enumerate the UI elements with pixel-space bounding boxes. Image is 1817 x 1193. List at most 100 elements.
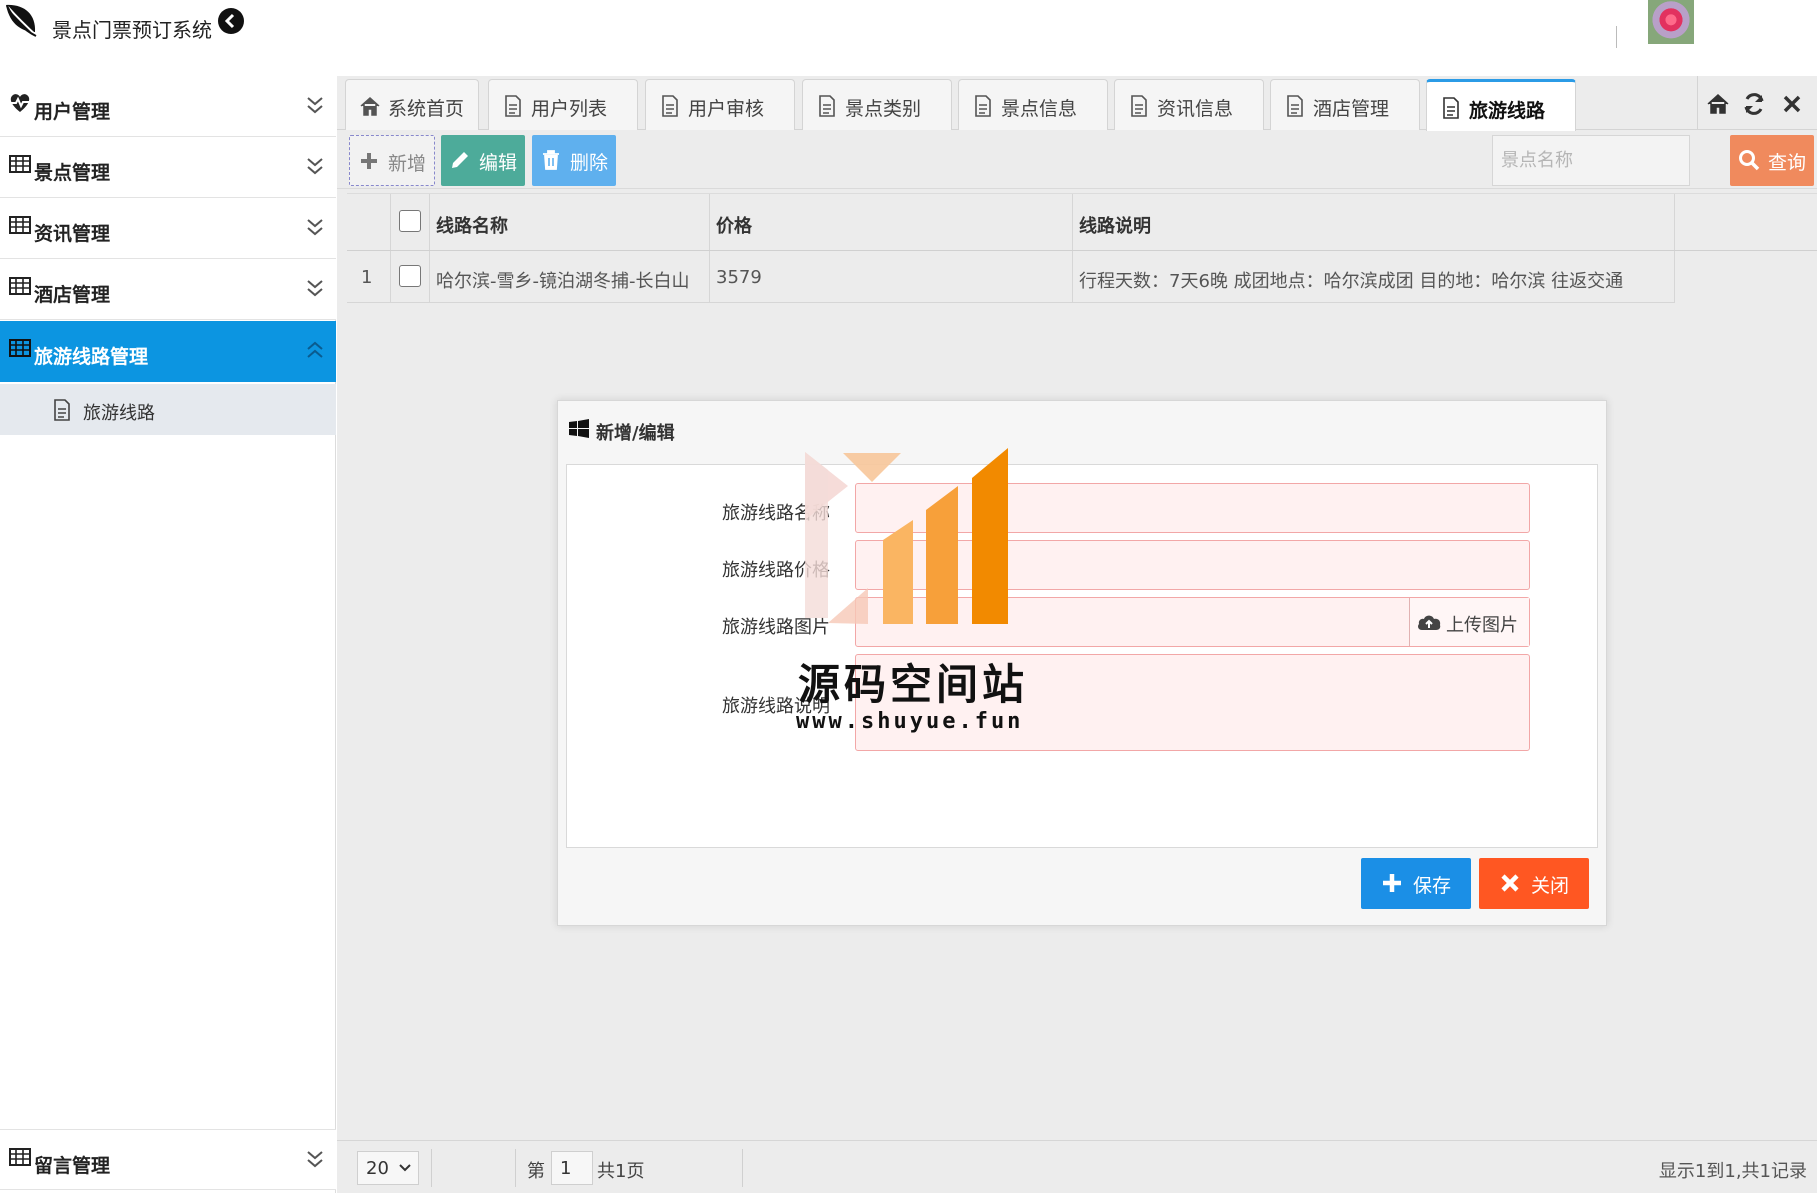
pager-divider (431, 1149, 432, 1187)
sidebar-group-route[interactable]: 旅游线路管理 (0, 321, 336, 382)
table-row[interactable]: 1 哈尔滨-雪乡-镜泊湖冬捕-长白山 3579 行程天数：7天6晚 成团地点：哈… (347, 251, 1675, 303)
windows-icon (569, 419, 589, 438)
pager-divider (742, 1149, 743, 1187)
document-icon (1443, 97, 1459, 119)
collapse-sidebar-icon[interactable] (218, 8, 244, 34)
sidebar-group-news[interactable]: 资讯管理 (0, 198, 336, 259)
route-desc: 行程天数：7天6晚 成团地点：哈尔滨成团 目的地：哈尔滨 往返交通 (1079, 271, 1624, 292)
chevron-down-icon (399, 1164, 411, 1172)
document-icon (1131, 95, 1147, 117)
tab-user-list[interactable]: 用户列表 (488, 79, 638, 130)
sidebar-group-scenic[interactable]: 景点管理 (0, 137, 336, 198)
close-icon (1501, 874, 1519, 892)
table-icon (9, 277, 31, 295)
tab-tools (1697, 76, 1817, 130)
tab-route[interactable]: 旅游线路 (1426, 79, 1576, 131)
row-checkbox-cell (391, 251, 430, 302)
pager-divider (515, 1149, 516, 1187)
watermark-url: www.shuyue.fun (796, 709, 1024, 734)
save-button-label: 保存 (1413, 875, 1452, 897)
user-avatar[interactable] (1648, 0, 1694, 44)
tab-home[interactable]: 系统首页 (345, 79, 479, 130)
search-icon (1739, 150, 1760, 171)
header-index-cell (347, 194, 391, 250)
query-button-label: 查询 (1768, 152, 1807, 174)
heart-pulse-icon (10, 94, 30, 112)
watermark-shape (843, 453, 901, 482)
save-button[interactable]: 保存 (1361, 858, 1471, 909)
tab-bar: 系统首页 用户列表 用户审核 景点类别 景点信息 资讯信息 酒店管理 旅游线路 (337, 76, 1817, 131)
header-cell[interactable]: 价格 (710, 194, 1073, 250)
page-size-value: 20 (366, 1158, 389, 1179)
watermark-bar (883, 520, 913, 624)
route-price: 3579 (716, 267, 762, 288)
trash-icon (543, 150, 559, 170)
close-button[interactable]: 关闭 (1479, 858, 1589, 909)
tab-label: 旅游线路 (1469, 100, 1546, 122)
upload-image-button[interactable]: 上传图片 (1409, 598, 1529, 646)
header-cell[interactable]: 线路说明 (1073, 194, 1675, 250)
document-icon (54, 399, 70, 421)
query-button[interactable]: 查询 (1730, 135, 1814, 186)
watermark-shape (828, 588, 868, 624)
table-icon (9, 216, 31, 234)
sidebar-group-label: 旅游线路管理 (34, 346, 149, 368)
tab-news-info[interactable]: 资讯信息 (1114, 79, 1264, 130)
refresh-icon[interactable] (1742, 92, 1766, 116)
sidebar-group-user[interactable]: 用户管理 (0, 76, 336, 137)
delete-button[interactable]: 删除 (532, 135, 616, 186)
double-chevron-down-icon (307, 280, 323, 297)
edit-button-label: 编辑 (479, 152, 518, 174)
column-header: 价格 (716, 216, 752, 237)
search-input[interactable] (1492, 135, 1690, 186)
header-checkbox-cell (391, 194, 430, 250)
page-size-select[interactable]: 20 (357, 1151, 419, 1185)
watermark-bar (972, 448, 1008, 624)
plus-icon (361, 153, 377, 169)
sidebar-group-hotel[interactable]: 酒店管理 (0, 259, 336, 320)
table-icon (9, 1148, 31, 1166)
edit-dialog: 新增/编辑 旅游线路名称 旅游线路价格 旅游线路图片 上传图片 旅游线路说明 保… (557, 400, 1607, 926)
add-button[interactable]: 新增 (349, 135, 435, 186)
row-index-cell: 1 (347, 251, 391, 302)
select-all-checkbox[interactable] (399, 210, 421, 232)
route-name: 哈尔滨-雪乡-镜泊湖冬捕-长白山 (436, 271, 690, 292)
plus-icon (1383, 874, 1401, 892)
page-number-value: 1 (560, 1158, 572, 1179)
tab-hotel[interactable]: 酒店管理 (1270, 79, 1420, 130)
close-button-label: 关闭 (1531, 875, 1570, 897)
table-icon (9, 155, 31, 173)
sidebar-group-message[interactable]: 留言管理 (0, 1129, 336, 1190)
upload-image-label: 上传图片 (1446, 615, 1518, 636)
document-icon (662, 95, 678, 117)
dialog-title: 新增/编辑 (596, 423, 675, 444)
edit-button[interactable]: 编辑 (441, 135, 525, 186)
grid-header: 线路名称 价格 线路说明 (347, 193, 1817, 251)
sidebar-group-label: 景点管理 (34, 162, 111, 184)
tab-scenic-info[interactable]: 景点信息 (958, 79, 1108, 130)
home-icon[interactable] (1706, 92, 1730, 116)
column-header: 线路名称 (436, 216, 508, 237)
page-prefix: 第 (527, 1161, 545, 1182)
dialog-body: 旅游线路名称 旅游线路价格 旅游线路图片 上传图片 旅游线路说明 (566, 464, 1598, 848)
header-divider (1616, 26, 1617, 48)
route-name-cell: 哈尔滨-雪乡-镜泊湖冬捕-长白山 (430, 251, 710, 302)
top-header: 景点门票预订系统 (0, 0, 1817, 76)
tab-scenic-category[interactable]: 景点类别 (802, 79, 952, 130)
price-cell: 3579 (710, 251, 1073, 302)
document-icon (819, 95, 835, 117)
header-cell[interactable]: 线路名称 (430, 194, 710, 250)
pencil-icon (452, 152, 468, 168)
sidebar-item-route[interactable]: 旅游线路 (0, 384, 336, 435)
double-chevron-down-icon (307, 1151, 323, 1168)
double-chevron-down-icon (307, 158, 323, 175)
watermark-title: 源码空间站 (798, 660, 1029, 709)
page-number-input[interactable]: 1 (551, 1151, 593, 1185)
tab-user-review[interactable]: 用户审核 (645, 79, 795, 130)
close-icon[interactable] (1780, 92, 1804, 116)
tab-label: 酒店管理 (1313, 98, 1390, 120)
sidebar-group-label: 留言管理 (34, 1155, 111, 1177)
sidebar-group-label: 酒店管理 (34, 284, 111, 306)
column-header: 线路说明 (1079, 216, 1151, 237)
row-checkbox[interactable] (399, 265, 421, 287)
